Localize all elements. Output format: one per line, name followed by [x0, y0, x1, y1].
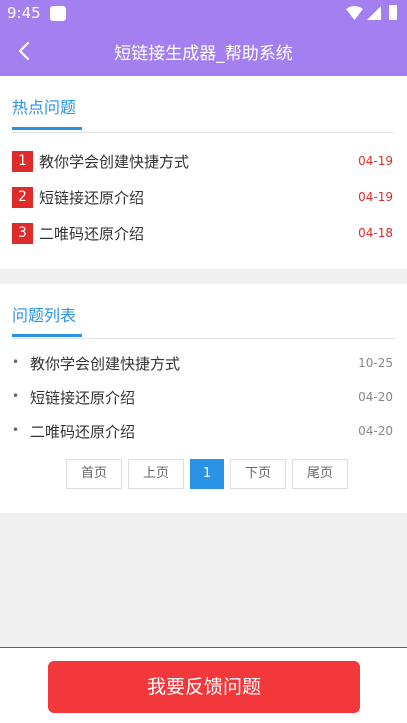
- list-item[interactable]: • 教你学会创建快捷方式 10-25: [12, 352, 395, 376]
- hot-item-title[interactable]: 短链接还原介绍: [39, 187, 144, 208]
- hot-questions-heading: 热点问题: [12, 98, 77, 117]
- divider: [12, 132, 395, 133]
- list-item[interactable]: • 短链接还原介绍 04-20: [12, 386, 395, 410]
- list-item-title[interactable]: 二唯码还原介绍: [30, 421, 135, 442]
- bullet: •: [12, 355, 20, 369]
- list-item-date: 04-20: [358, 390, 393, 404]
- status-bar: 9:45: [0, 0, 407, 26]
- hot-item[interactable]: 1 教你学会创建快捷方式 04-19: [12, 150, 395, 174]
- heading-underline: [12, 334, 82, 337]
- app-bar: 短链接生成器_帮助系统: [0, 26, 407, 76]
- bullet: •: [12, 423, 20, 437]
- divider: [12, 338, 395, 339]
- heading-underline: [12, 127, 82, 130]
- hot-questions-card: 热点问题 1 教你学会创建快捷方式 04-19 2 短链接还原介绍 04-19 …: [0, 76, 407, 269]
- hot-item-title[interactable]: 教你学会创建快捷方式: [39, 151, 189, 172]
- question-list-card: 问题列表 • 教你学会创建快捷方式 10-25 • 短链接还原介绍 04-20 …: [0, 284, 407, 513]
- prev-page-button[interactable]: 上页: [128, 459, 184, 489]
- status-time: 9:45: [7, 4, 41, 22]
- list-item-date: 04-20: [358, 424, 393, 438]
- hot-item-date: 04-19: [358, 154, 393, 168]
- list-item[interactable]: • 二唯码还原介绍 04-20: [12, 420, 395, 444]
- bottom-bar: 我要反馈问题: [0, 647, 407, 723]
- list-item-title[interactable]: 短链接还原介绍: [30, 387, 135, 408]
- last-page-button[interactable]: 尾页: [292, 459, 348, 489]
- list-item-date: 10-25: [358, 356, 393, 370]
- first-page-button[interactable]: 首页: [66, 459, 122, 489]
- list-item-title[interactable]: 教你学会创建快捷方式: [30, 353, 180, 374]
- hot-item-date: 04-18: [358, 226, 393, 240]
- hot-item[interactable]: 3 二唯码还原介绍 04-18: [12, 222, 395, 246]
- battery-icon: [389, 5, 397, 20]
- hot-item-title[interactable]: 二唯码还原介绍: [39, 223, 144, 244]
- rank-badge: 3: [12, 223, 33, 244]
- question-list-heading: 问题列表: [12, 306, 77, 325]
- page-title: 短链接生成器_帮助系统: [114, 44, 293, 64]
- rank-badge: 2: [12, 187, 33, 208]
- hot-item-date: 04-19: [358, 190, 393, 204]
- signal-icon: [367, 6, 381, 20]
- current-page-button[interactable]: 1: [190, 459, 224, 489]
- rank-badge: 1: [12, 151, 33, 172]
- bullet: •: [12, 389, 20, 403]
- hot-item[interactable]: 2 短链接还原介绍 04-19: [12, 186, 395, 210]
- wifi-icon: [346, 6, 363, 20]
- notification-icon: [50, 6, 66, 21]
- next-page-button[interactable]: 下页: [230, 459, 286, 489]
- feedback-button[interactable]: 我要反馈问题: [48, 661, 360, 713]
